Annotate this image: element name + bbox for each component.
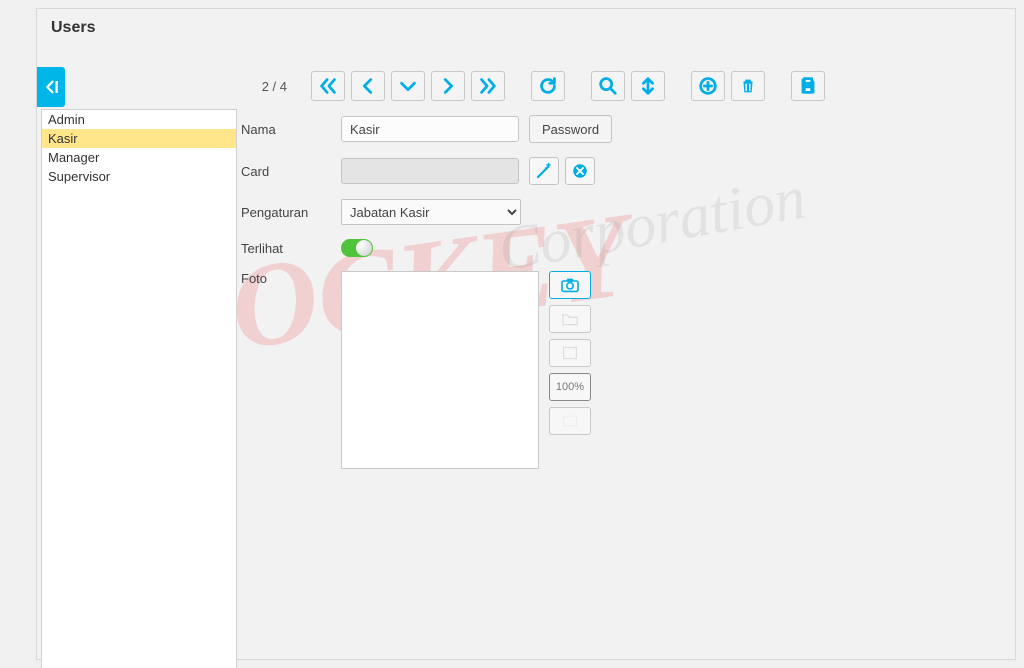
disk-icon: [560, 345, 580, 361]
sort-button[interactable]: [631, 71, 665, 101]
refresh-icon: [537, 75, 559, 97]
trash-icon: [737, 75, 759, 97]
refresh-button[interactable]: [531, 71, 565, 101]
close-circle-icon: [571, 162, 589, 180]
first-button[interactable]: [311, 71, 345, 101]
label-foto: Foto: [241, 271, 341, 286]
photo-buttons: 100%: [549, 271, 591, 435]
user-list-item[interactable]: Kasir: [42, 129, 236, 148]
next-button[interactable]: [431, 71, 465, 101]
photo-camera-button[interactable]: [549, 271, 591, 299]
chevron-left-icon: [357, 75, 379, 97]
pengaturan-select[interactable]: Jabatan Kasir: [341, 199, 521, 225]
panel-title: Users: [37, 9, 1015, 51]
delete-button[interactable]: [731, 71, 765, 101]
search-icon: [597, 75, 619, 97]
content-area: HOCKEY Corporation 2 / 4: [37, 59, 1015, 659]
chevron-right-icon: [437, 75, 459, 97]
photo-clear-button[interactable]: [549, 407, 591, 435]
nama-input[interactable]: [341, 116, 519, 142]
prev-button[interactable]: [351, 71, 385, 101]
user-list-item[interactable]: Manager: [42, 148, 236, 167]
save-button[interactable]: [791, 71, 825, 101]
card-wizard-button[interactable]: [529, 157, 559, 185]
down-button[interactable]: [391, 71, 425, 101]
user-list[interactable]: AdminKasirManagerSupervisor: [41, 109, 237, 668]
search-button[interactable]: [591, 71, 625, 101]
password-button[interactable]: Password: [529, 115, 612, 143]
blank-icon: [560, 413, 580, 429]
record-counter: 2 / 4: [237, 79, 287, 94]
photo-save-button[interactable]: [549, 339, 591, 367]
photo-preview: [341, 271, 539, 469]
label-pengaturan: Pengaturan: [241, 205, 341, 220]
chevrons-left-icon: [317, 75, 339, 97]
card-clear-button[interactable]: [565, 157, 595, 185]
sort-icon: [637, 75, 659, 97]
photo-open-button[interactable]: [549, 305, 591, 333]
last-button[interactable]: [471, 71, 505, 101]
user-form: Nama Password Card: [241, 115, 612, 483]
label-terlihat: Terlihat: [241, 241, 341, 256]
folder-icon: [560, 311, 580, 327]
terlihat-toggle[interactable]: [341, 239, 373, 257]
chevron-down-icon: [397, 75, 419, 97]
add-button[interactable]: [691, 71, 725, 101]
label-nama: Nama: [241, 122, 341, 137]
card-input[interactable]: [341, 158, 519, 184]
users-panel: Users HOCKEY Corporation 2 / 4: [36, 8, 1016, 660]
toolbar: 2 / 4: [237, 71, 825, 101]
label-card: Card: [241, 164, 341, 179]
user-list-item[interactable]: Admin: [42, 110, 236, 129]
user-list-item[interactable]: Supervisor: [42, 167, 236, 186]
camera-icon: [560, 277, 580, 293]
chevrons-right-icon: [477, 75, 499, 97]
plus-circle-icon: [697, 75, 719, 97]
photo-zoom-button[interactable]: 100%: [549, 373, 591, 401]
toggle-knob: [356, 240, 372, 256]
wand-icon: [535, 162, 553, 180]
save-icon: [797, 75, 819, 97]
